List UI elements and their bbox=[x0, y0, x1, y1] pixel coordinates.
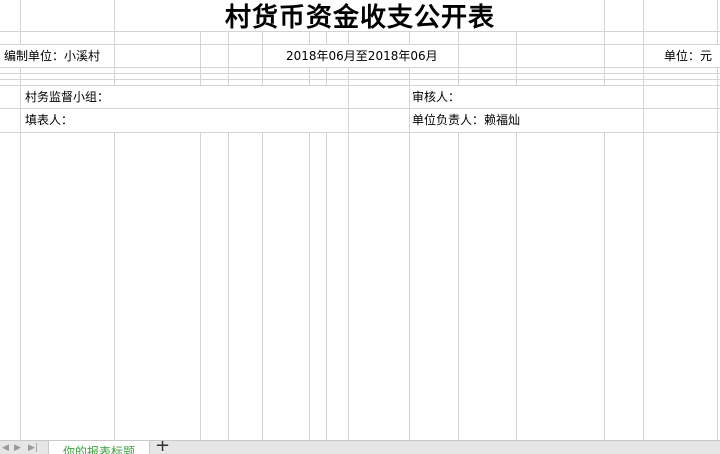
sheet-tab-active[interactable]: 你的报表标题 bbox=[48, 441, 150, 454]
gridline bbox=[0, 79, 720, 80]
period-cell[interactable]: 2018年06月至2018年06月 bbox=[286, 48, 438, 64]
gridline bbox=[516, 0, 517, 440]
gridline bbox=[262, 0, 263, 440]
gridline bbox=[0, 132, 720, 133]
gridline bbox=[604, 0, 605, 440]
unit-cell[interactable]: 单位：元 bbox=[664, 48, 712, 64]
triangle-left-icon[interactable]: ◀ bbox=[2, 443, 9, 453]
sheet-title[interactable]: 村货币资金收支公开表 bbox=[0, 2, 720, 34]
triangle-right-icon[interactable]: ▶ bbox=[14, 443, 21, 453]
gridline bbox=[114, 0, 115, 440]
spreadsheet-grid[interactable]: 村货币资金收支公开表 编制单位：小溪村 2018年06月至2018年06月 单位… bbox=[0, 0, 720, 440]
compiler-cell[interactable]: 编制单位：小溪村 bbox=[4, 48, 100, 64]
sheet-tab-bar: ◀ ▶ ▶| 你的报表标题 + bbox=[0, 440, 720, 454]
gridline bbox=[643, 0, 644, 440]
gridline bbox=[200, 0, 201, 440]
add-sheet-button[interactable]: + bbox=[155, 441, 170, 454]
supervision-cell[interactable]: 村务监督小组： bbox=[25, 89, 109, 105]
gridline bbox=[0, 73, 720, 74]
reviewer-cell[interactable]: 审核人： bbox=[412, 89, 460, 105]
responsible-cell[interactable]: 单位负责人：赖福灿 bbox=[412, 112, 520, 128]
gridline bbox=[228, 0, 229, 440]
gridline bbox=[0, 67, 720, 68]
filler-cell[interactable]: 填表人： bbox=[25, 112, 73, 128]
last-sheet-icon[interactable]: ▶| bbox=[28, 443, 38, 453]
gridline bbox=[458, 0, 459, 440]
